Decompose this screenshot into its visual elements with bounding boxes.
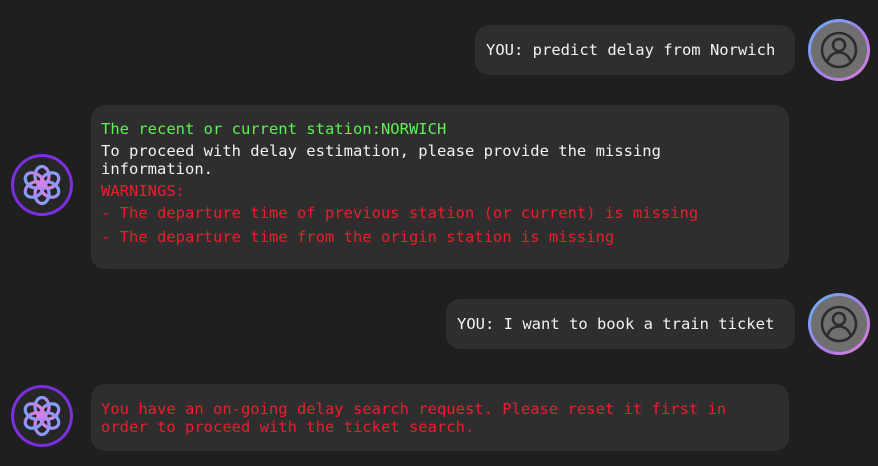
user-avatar-icon <box>811 22 867 78</box>
info-line: To proceed with delay estimation, please… <box>101 142 671 178</box>
chat-window: YOU: predict delay from Norwich The rece… <box>0 0 878 466</box>
station-line: The recent or current station:NORWICH <box>101 120 447 138</box>
user-avatar-icon <box>811 296 867 352</box>
bot-message-bubble: The recent or current station:NORWICH To… <box>91 105 789 269</box>
user-message-text: YOU: predict delay from Norwich <box>486 41 776 59</box>
user-avatar <box>808 19 870 81</box>
warning-item: - The departure time of previous station… <box>101 204 699 222</box>
bot-avatar <box>11 154 73 216</box>
bot-message-bubble: You have an on-going delay search reques… <box>91 384 789 451</box>
warnings-label: WARNINGS: <box>101 182 185 200</box>
user-avatar <box>808 293 870 355</box>
user-message-bubble: YOU: I want to book a train ticket <box>446 299 795 349</box>
user-message-bubble: YOU: predict delay from Norwich <box>475 25 795 75</box>
chatbot-logo-icon <box>14 388 70 444</box>
user-message-text: YOU: I want to book a train ticket <box>457 315 775 333</box>
error-line: You have an on-going delay search reques… <box>101 400 736 436</box>
warning-item: - The departure time from the origin sta… <box>101 228 615 246</box>
chatbot-logo-icon <box>14 157 70 213</box>
bot-avatar <box>11 385 73 447</box>
